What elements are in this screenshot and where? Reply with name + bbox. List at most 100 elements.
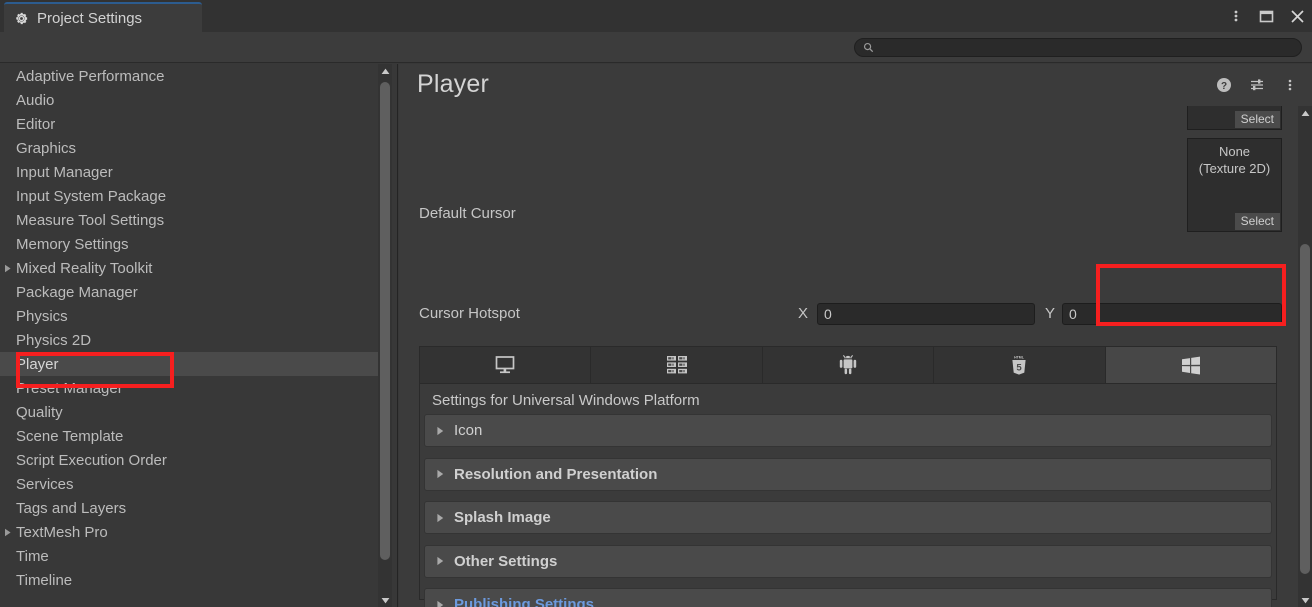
foldout-resolution-and-presentation[interactable]: Resolution and Presentation	[424, 458, 1272, 491]
platform-tab-android[interactable]	[763, 347, 934, 383]
sidebar-item-label: TextMesh Pro	[16, 524, 108, 541]
kebab-menu-icon[interactable]	[1281, 76, 1298, 93]
cursor-hotspot-x-input[interactable]	[824, 306, 1034, 322]
titlebar: Project Settings	[0, 0, 1312, 32]
chevron-right-icon[interactable]	[435, 469, 446, 480]
sidebar-item-label: Measure Tool Settings	[16, 212, 164, 229]
foldout-label: Resolution and Presentation	[454, 466, 657, 483]
sidebar-item-editor[interactable]: Editor	[0, 112, 378, 136]
platform-settings-heading: Settings for Universal Windows Platform	[432, 392, 700, 409]
sidebar-item-quality[interactable]: Quality	[0, 400, 378, 424]
sidebar-item-memory-settings[interactable]: Memory Settings	[0, 232, 378, 256]
sidebar-item-time[interactable]: Time	[0, 544, 378, 568]
platform-tab-universal-windows-platform[interactable]	[1106, 347, 1276, 383]
chevron-right-icon[interactable]	[2, 262, 14, 274]
server-rack-icon	[664, 354, 690, 376]
page-title: Player	[417, 70, 489, 99]
project-settings-window: Project Settings	[0, 0, 1312, 607]
sidebar-scroll-thumb[interactable]	[380, 82, 390, 560]
sidebar-item-graphics[interactable]: Graphics	[0, 136, 378, 160]
foldout-label: Splash Image	[454, 509, 551, 526]
html5-shield-icon: HTML5	[1010, 354, 1028, 376]
cursor-hotspot-y-field[interactable]	[1062, 303, 1282, 325]
chevron-right-icon[interactable]	[435, 425, 446, 436]
sidebar-item-preset-manager[interactable]: Preset Manager	[0, 376, 378, 400]
cursor-object-field-partial[interactable]: Select	[1187, 106, 1282, 130]
sidebar-item-label: Time	[16, 548, 49, 565]
chevron-right-icon[interactable]	[2, 526, 14, 538]
sidebar-item-label: Timeline	[16, 572, 72, 589]
sidebar-item-audio[interactable]: Audio	[0, 88, 378, 112]
search-icon	[863, 42, 874, 53]
settings-category-list[interactable]: Adaptive PerformanceAudio Editor Graphics I…	[0, 64, 378, 607]
scroll-up-arrow-icon[interactable]	[1298, 106, 1312, 120]
sidebar-item-physics[interactable]: Physics	[0, 304, 378, 328]
foldout-splash-image[interactable]: Splash Image	[424, 501, 1272, 534]
sidebar-item-label: Editor	[16, 116, 55, 133]
panel-scroll-thumb[interactable]	[1300, 244, 1310, 574]
platform-tab-strip[interactable]: HTML5	[419, 346, 1277, 384]
sidebar-item-label: Scene Template	[16, 428, 123, 445]
sidebar-item-script-execution-order[interactable]: Script Execution Order	[0, 448, 378, 472]
cursor-hotspot-y-input[interactable]	[1069, 306, 1281, 322]
select-button[interactable]: Select	[1235, 213, 1280, 230]
sidebar-item-textmesh-pro[interactable]: TextMesh Pro	[0, 520, 378, 544]
sidebar-item-adaptive-performance[interactable]: Adaptive Performance	[0, 64, 378, 88]
foldout-publishing-settings[interactable]: Publishing Settings	[424, 588, 1272, 607]
sidebar-item-label: Graphics	[16, 140, 76, 157]
sidebar-item-player[interactable]: Player	[0, 352, 378, 376]
sidebar-scrollbar[interactable]	[378, 64, 392, 607]
foldout-label: Other Settings	[454, 553, 557, 570]
sidebar-item-label: Input Manager	[16, 164, 113, 181]
svg-text:HTML: HTML	[1015, 356, 1026, 360]
chevron-right-icon[interactable]	[435, 599, 446, 607]
sidebar-item-label: Player	[16, 356, 59, 373]
sidebar-item-label: Tags and Layers	[16, 500, 126, 517]
scroll-down-arrow-icon[interactable]	[1298, 593, 1312, 607]
foldout-label: Publishing Settings	[454, 596, 594, 607]
sidebar-item-input-manager[interactable]: Input Manager	[0, 160, 378, 184]
gear-icon	[14, 11, 29, 26]
platform-tab-standalone-pc[interactable]	[420, 347, 591, 383]
close-icon[interactable]	[1289, 8, 1306, 25]
chevron-right-icon[interactable]	[435, 556, 446, 567]
preset-sliders-icon[interactable]	[1248, 76, 1265, 93]
chevron-right-icon[interactable]	[435, 512, 446, 523]
svg-text:?: ?	[1220, 80, 1226, 91]
tab-label: Project Settings	[37, 10, 142, 27]
help-icon[interactable]: ?	[1215, 76, 1232, 93]
default-cursor-value: None (Texture 2D)	[1188, 143, 1281, 177]
platform-tab-dedicated-server[interactable]	[591, 347, 762, 383]
sidebar-item-label: Preset Manager	[16, 380, 123, 397]
foldout-label: Icon	[454, 422, 482, 439]
sidebar-item-scene-template[interactable]: Scene Template	[0, 424, 378, 448]
foldout-icon[interactable]: Icon	[424, 414, 1272, 447]
scroll-up-arrow-icon[interactable]	[378, 64, 392, 78]
sidebar-item-package-manager[interactable]: Package Manager	[0, 280, 378, 304]
panel-scrollbar[interactable]	[1298, 106, 1312, 607]
scroll-down-arrow-icon[interactable]	[378, 593, 392, 607]
kebab-menu-icon[interactable]	[1227, 8, 1244, 25]
tab-project-settings[interactable]: Project Settings	[4, 2, 202, 32]
cursor-hotspot-x-field[interactable]	[817, 303, 1035, 325]
search-input[interactable]	[879, 42, 1293, 54]
sidebar-item-services[interactable]: Services	[0, 472, 378, 496]
sidebar-item-physics-2d[interactable]: Physics 2D	[0, 328, 378, 352]
sidebar-item-input-system-package[interactable]: Input System Package	[0, 184, 378, 208]
default-cursor-label: Default Cursor	[419, 205, 516, 222]
sidebar-item-mixed-reality-toolkit[interactable]: Mixed Reality Toolkit	[0, 256, 378, 280]
sidebar-item-measure-tool-settings[interactable]: Measure Tool Settings	[0, 208, 378, 232]
default-cursor-object-field[interactable]: None (Texture 2D) Select	[1187, 138, 1282, 232]
panel-header-icons: ?	[1215, 76, 1298, 93]
sidebar-item-label: Package Manager	[16, 284, 138, 301]
sidebar-item-label: Quality	[16, 404, 63, 421]
search-field[interactable]	[854, 38, 1302, 57]
foldout-other-settings[interactable]: Other Settings	[424, 545, 1272, 578]
sidebar-item-timeline[interactable]: Timeline	[0, 568, 378, 592]
maximize-icon[interactable]	[1258, 8, 1275, 25]
sidebar-item-tags-and-layers[interactable]: Tags and Layers	[0, 496, 378, 520]
platform-tab-webgl[interactable]: HTML5	[934, 347, 1105, 383]
sidebar-item-label: Script Execution Order	[16, 452, 167, 469]
sidebar-item-label: Physics	[16, 308, 68, 325]
select-button[interactable]: Select	[1235, 111, 1280, 128]
